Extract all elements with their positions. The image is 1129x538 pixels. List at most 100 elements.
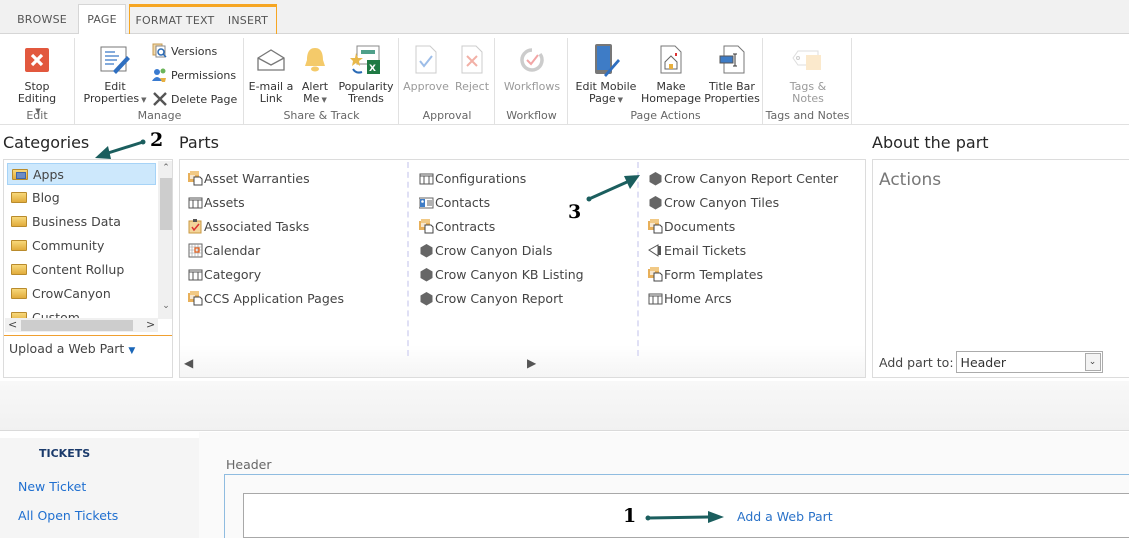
versions-button[interactable]: Versions	[152, 42, 217, 60]
upload-web-part-label: Upload a Web Part	[9, 341, 125, 356]
categories-panel: Apps Blog Business Data Community Conten…	[3, 159, 173, 378]
edit-properties-button[interactable]: Edit Properties ▼	[82, 38, 148, 106]
part-label: Calendar	[204, 242, 261, 258]
actions-heading: Actions	[879, 170, 942, 190]
title-bar-label-2: Properties	[704, 92, 760, 105]
part-item[interactable]: Crow Canyon Report Center	[648, 166, 876, 190]
ribbon-group-manage: Edit Properties ▼ Versions Permissions De…	[76, 38, 244, 124]
delete-page-button[interactable]: Delete Page	[152, 90, 237, 108]
part-item[interactable]: Category	[188, 262, 416, 286]
part-label: Category	[204, 266, 262, 282]
folder-icon	[12, 168, 28, 180]
tag-icon	[792, 44, 824, 76]
hexagon-icon	[648, 195, 663, 210]
nav-link-new-ticket[interactable]: New Ticket	[18, 479, 86, 494]
part-item[interactable]: CCS Application Pages	[188, 286, 416, 310]
group-label-page-actions: Page Actions	[630, 109, 701, 122]
stop-editing-button[interactable]: Stop Editing ▼	[4, 38, 70, 117]
scroll-left-icon[interactable]: <	[8, 318, 17, 331]
part-item[interactable]: Crow Canyon Tiles	[648, 190, 876, 214]
homepage-icon	[655, 44, 687, 76]
part-item[interactable]: Calendar	[188, 238, 416, 262]
part-item[interactable]: Crow Canyon Dials	[419, 238, 647, 262]
approve-button[interactable]: Approve	[402, 38, 450, 93]
upload-web-part-link[interactable]: Upload a Web Part ▼	[9, 341, 135, 356]
part-label: Form Templates	[664, 266, 764, 282]
previous-page-arrow-icon[interactable]: ◀	[184, 356, 193, 370]
part-item[interactable]: Form Templates	[648, 262, 876, 286]
add-web-part-box	[243, 493, 1129, 538]
category-item-apps[interactable]: Apps	[7, 163, 156, 185]
group-label-share-track: Share & Track	[283, 109, 360, 122]
envelope-icon	[255, 44, 287, 76]
nav-link-all-open-tickets[interactable]: All Open Tickets	[18, 508, 118, 523]
permissions-icon	[152, 67, 168, 83]
alert-me-button[interactable]: Alert Me ▼	[297, 38, 333, 106]
scroll-down-icon[interactable]: ⌄	[160, 301, 172, 311]
make-homepage-button[interactable]: Make Homepage	[641, 38, 701, 105]
part-item[interactable]: Associated Tasks	[188, 214, 416, 238]
tab-format-text[interactable]: FORMAT TEXT	[132, 6, 218, 34]
tab-insert[interactable]: INSERT	[220, 6, 276, 34]
category-label: Blog	[32, 189, 60, 205]
hexagon-icon	[419, 243, 434, 258]
popularity-trends-button[interactable]: X Popularity Trends	[335, 38, 397, 105]
tags-notes-button[interactable]: Tags & Notes	[774, 38, 842, 105]
part-item[interactable]: Contacts	[419, 190, 647, 214]
part-item[interactable]: Asset Warranties	[188, 166, 416, 190]
popularity-trends-label-2: Trends	[348, 92, 384, 105]
next-page-arrow-icon[interactable]: ▶	[527, 356, 536, 370]
permissions-button[interactable]: Permissions	[152, 66, 236, 84]
scrollbar-thumb[interactable]	[21, 320, 133, 331]
versions-icon	[152, 43, 168, 59]
tab-page[interactable]: PAGE	[78, 4, 126, 35]
scrollbar-thumb[interactable]	[160, 178, 172, 230]
part-label: CCS Application Pages	[204, 290, 344, 306]
category-item-business-data[interactable]: Business Data	[5, 209, 158, 233]
parts-column-1: Asset Warranties Assets Associated Tasks Ca…	[188, 166, 416, 310]
tab-browse[interactable]: BROWSE	[10, 4, 74, 34]
part-item[interactable]: Configurations	[419, 166, 647, 190]
edit-mobile-label-2: Page ▼	[589, 93, 623, 106]
add-web-part-link[interactable]: Add a Web Part	[737, 509, 833, 524]
title-bar-properties-button[interactable]: Title Bar Properties	[703, 38, 761, 105]
part-label: Crow Canyon Report	[435, 290, 564, 306]
annotation-arrow-2	[95, 139, 146, 159]
scroll-right-icon[interactable]: >	[146, 318, 155, 331]
part-item[interactable]: Crow Canyon KB Listing	[419, 262, 647, 286]
part-label: Documents	[664, 218, 736, 234]
annotation-number-2: 2	[150, 129, 164, 151]
part-item[interactable]: Crow Canyon Report	[419, 286, 647, 310]
categories-horizontal-scrollbar[interactable]: < >	[5, 318, 158, 332]
category-label: Apps	[33, 166, 64, 182]
category-label: Business Data	[32, 213, 121, 229]
part-label: Associated Tasks	[204, 218, 310, 234]
edit-mobile-page-button[interactable]: Edit Mobile Page ▼	[573, 38, 639, 106]
category-item-blog[interactable]: Blog	[5, 185, 158, 209]
scroll-up-icon[interactable]: ⌃	[160, 163, 172, 173]
part-item[interactable]: Assets	[188, 190, 416, 214]
part-label: Contacts	[435, 194, 491, 210]
hexagon-icon	[648, 171, 663, 186]
part-item[interactable]: Documents	[648, 214, 876, 238]
part-item[interactable]: Contracts	[419, 214, 647, 238]
tasks-icon	[188, 218, 203, 234]
part-item[interactable]: Home Arcs	[648, 286, 876, 310]
reject-button[interactable]: Reject	[452, 38, 492, 93]
web-part-adder-footer	[0, 381, 1129, 431]
category-item-content-rollup[interactable]: Content Rollup	[5, 257, 158, 281]
add-part-to-select[interactable]: Header ⌄	[955, 351, 1103, 373]
chevron-down-icon: ▼	[617, 96, 624, 104]
categories-vertical-scrollbar[interactable]: ⌃ ⌄	[158, 161, 172, 319]
ribbon-group-approval: Approve Reject Approval	[400, 38, 495, 124]
part-item[interactable]: Email Tickets	[648, 238, 876, 262]
category-item-community[interactable]: Community	[5, 233, 158, 257]
chevron-down-icon[interactable]: ⌄	[1084, 353, 1101, 371]
hexagon-icon	[419, 291, 434, 306]
category-item-crowcanyon[interactable]: CrowCanyon	[5, 281, 158, 305]
announcement-icon	[648, 243, 663, 258]
category-item-custom[interactable]: Custom	[5, 305, 158, 319]
workflows-button[interactable]: Workflows	[500, 38, 564, 93]
email-link-button[interactable]: E-mail a Link	[247, 38, 295, 105]
parts-heading: Parts	[179, 133, 219, 152]
